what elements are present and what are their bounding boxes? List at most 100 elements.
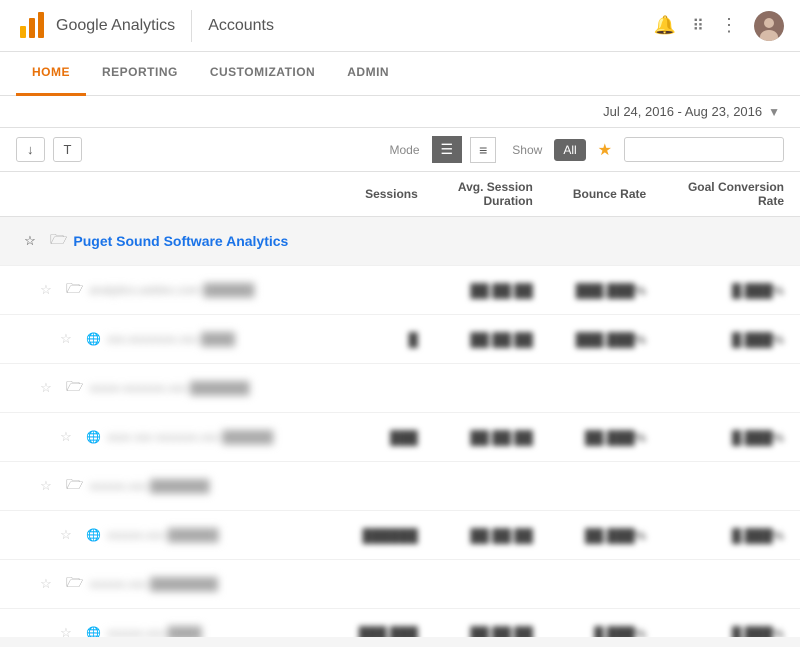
section-title: Accounts [192,17,654,35]
nav-customization[interactable]: CUSTOMIZATION [194,52,331,96]
logo-area: Google Analytics [16,10,192,42]
col-sessions-header: Sessions [336,172,434,217]
download-btn[interactable]: ↓ [16,137,45,162]
view-icon: 🌐 [86,626,101,637]
table-row: ☆ 🌐 xxxxxx.xxx ████ ███.███ ██:██:██ █.█… [0,609,800,638]
table-row: ☆ 🌐 xxxx xxx xxxxxxx.xxx ██████ ███ ██:█… [0,413,800,462]
goal-conversion-value [662,462,800,511]
header-actions: 🔔 ⠿ ⋮ [654,11,784,41]
text-btn[interactable]: T [53,137,83,162]
folder-icon: 🗁 [50,229,67,253]
star-icon[interactable]: ☆ [16,225,44,257]
goal-conversion-value: █.███% [662,413,800,462]
avg-session-value [434,462,549,511]
folder-icon: 🗁 [66,376,83,400]
goal-conversion-value: █.███% [662,315,800,364]
star-icon[interactable]: ☆ [52,617,80,637]
property-name[interactable]: xxxx xxx xxxxxxx.xxx ██████ [107,430,273,444]
date-range-text: Jul 24, 2016 - Aug 23, 2016 [603,104,762,119]
view-icon: 🌐 [86,332,101,346]
app-name: Google Analytics [56,17,175,35]
show-all-btn[interactable]: All [554,139,585,161]
folder-icon: 🗁 [66,474,83,498]
sessions-value: ██████ [336,511,434,560]
date-bar: Jul 24, 2016 - Aug 23, 2016 ▼ [0,96,800,128]
goal-conversion-value: █.███% [662,266,800,315]
avg-session-value: ██:██:██ [434,511,549,560]
sessions-value [336,364,434,413]
accounts-table: Sessions Avg. Session Duration Bounce Ra… [0,172,800,637]
bounce-rate-value [549,560,662,609]
date-range-selector[interactable]: Jul 24, 2016 - Aug 23, 2016 ▼ [603,104,780,119]
folder-icon: 🗁 [66,572,83,596]
date-dropdown-arrow: ▼ [768,105,780,119]
user-avatar[interactable] [754,11,784,41]
goal-conversion-value: █.███% [662,511,800,560]
property-name[interactable]: xxxxxx.xxx ███████ [89,479,209,493]
folder-icon: 🗁 [66,278,83,302]
table-row: ☆ 🌐 xxxxxx.xxx ██████ ██████ ██:██:██ ██… [0,511,800,560]
property-name[interactable]: analytics.askleo.com ██████ [89,283,254,297]
table-row: ☆ 🗁 xxxxxx.xxx ████████ [0,560,800,609]
goal-conversion-value [662,560,800,609]
sessions-value [336,266,434,315]
bounce-rate-value: ██.███% [549,511,662,560]
avg-session-value: ██:██:██ [434,413,549,462]
avg-session-value: ██:██:██ [434,609,549,638]
table-row: ☆ 🗁 Puget Sound Software Analytics [0,217,800,266]
property-name[interactable]: xxxxxx.xxx ████ [107,626,202,637]
nav-home[interactable]: HOME [16,52,86,96]
bounce-rate-value [549,364,662,413]
star-icon[interactable]: ☆ [32,274,60,306]
table-row: ☆ 🗁 analytics.askleo.com ██████ ██:██:██… [0,266,800,315]
bounce-rate-value: ██.███% [549,413,662,462]
view-icon: 🌐 [86,528,101,542]
star-icon[interactable]: ☆ [52,421,80,453]
property-name[interactable]: xxxxx-xxxxxxx.xxx ███████ [89,381,249,395]
property-name[interactable]: xxxxxx.xxx ████████ [89,577,218,591]
star-icon[interactable]: ☆ [52,323,80,355]
nav-admin[interactable]: ADMIN [331,52,405,96]
main-nav: HOME REPORTING CUSTOMIZATION ADMIN [0,52,800,96]
property-name[interactable]: xxxxxx.xxx ██████ [107,528,219,542]
bounce-rate-value: ███.███% [549,315,662,364]
account-link[interactable]: Puget Sound Software Analytics [73,233,288,249]
mode-list-btn[interactable]: ≡ [470,137,496,163]
bell-icon[interactable]: 🔔 [654,15,676,36]
goal-conversion-value [662,364,800,413]
goal-conversion-value: █.███% [662,609,800,638]
bounce-rate-value [549,462,662,511]
col-avg-session-header: Avg. Session Duration [434,172,549,217]
nav-reporting[interactable]: REPORTING [86,52,194,96]
col-name-header [0,172,336,217]
grid-icon[interactable]: ⠿ [692,16,704,36]
toolbar: ↓ T Mode ☰ ≡ Show All ★ [0,128,800,172]
star-icon[interactable]: ☆ [32,372,60,404]
table-row: ☆ 🌐 xxx.xxxxxxxx.xxx ████ █ ██:██:██ ███… [0,315,800,364]
star-icon[interactable]: ☆ [32,568,60,600]
col-goal-conversion-header: Goal Conversion Rate [662,172,800,217]
avg-session-value: ██:██:██ [434,315,549,364]
app-header: Google Analytics Accounts 🔔 ⠿ ⋮ [0,0,800,52]
bounce-rate-value: ███.███% [549,266,662,315]
sessions-value: ███.███ [336,609,434,638]
avg-session-value [434,364,549,413]
col-bounce-rate-header: Bounce Rate [549,172,662,217]
more-icon[interactable]: ⋮ [720,15,738,36]
ga-logo-icon [16,10,48,42]
bounce-rate-value: █.███% [549,609,662,638]
sessions-value: ███ [336,413,434,462]
star-icon[interactable]: ☆ [52,519,80,551]
mode-label: Mode [390,143,420,157]
avg-session-value: ██:██:██ [434,266,549,315]
table-row: ☆ 🗁 xxxxxx.xxx ███████ [0,462,800,511]
sessions-value [336,462,434,511]
star-icon[interactable]: ☆ [32,470,60,502]
show-label: Show [512,143,542,157]
property-name[interactable]: xxx.xxxxxxxx.xxx ████ [107,332,235,346]
search-input[interactable] [624,137,784,162]
star-filter-btn[interactable]: ★ [594,140,616,160]
table-row: ☆ 🗁 xxxxx-xxxxxxx.xxx ███████ [0,364,800,413]
accounts-table-container: Sessions Avg. Session Duration Bounce Ra… [0,172,800,637]
mode-grid-btn[interactable]: ☰ [432,136,463,163]
